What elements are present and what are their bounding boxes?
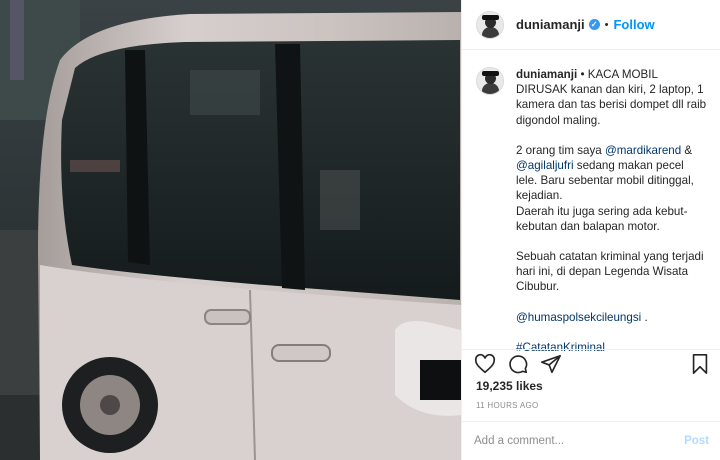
mention-link[interactable]: @mardikarend (605, 144, 681, 157)
caption-paragraph-2b: & (684, 143, 693, 157)
avatar[interactable] (476, 10, 504, 39)
header-username[interactable]: duniamanji (516, 17, 585, 32)
caption-area: duniamanji • KACA MOBIL DIRUSAK kanan da… (462, 51, 720, 354)
verified-badge-icon: ✓ (588, 19, 600, 30)
separator-dot: • (604, 18, 609, 31)
mention-suffix: . (644, 310, 648, 324)
caption-paragraph-4: Sebuah catatan kriminal yang terjadi har… (516, 250, 704, 294)
bookmark-icon[interactable] (689, 353, 711, 375)
post-sidebar: duniamanji ✓ • Follow duniamanji • KACA … (461, 0, 720, 460)
heart-icon[interactable] (474, 353, 496, 375)
likes-count[interactable]: 19,235 likes (476, 379, 543, 393)
mention-link[interactable]: @humaspolsekcileungsi (516, 311, 641, 324)
caption-username[interactable]: duniamanji (516, 68, 577, 81)
comment-input[interactable] (474, 435, 685, 447)
caption-paragraph-2a: 2 orang tim saya (516, 143, 602, 157)
caption-avatar[interactable] (476, 67, 504, 95)
post-timestamp[interactable]: 11 HOURS AGO (476, 401, 539, 410)
comment-icon[interactable] (507, 353, 529, 375)
post-comment-button[interactable]: Post (684, 435, 709, 447)
car-photo-illustration (0, 0, 461, 460)
share-icon[interactable] (540, 353, 562, 375)
mention-link[interactable]: @agilaljufri (516, 159, 574, 172)
comment-bar: Post (462, 421, 720, 460)
action-bar (462, 349, 720, 377)
post-photo[interactable] (0, 0, 461, 460)
caption-paragraph-3: Daerah itu juga sering ada kebut-kebutan… (516, 204, 688, 233)
follow-button[interactable]: Follow (613, 17, 654, 32)
caption-text: duniamanji • KACA MOBIL DIRUSAK kanan da… (516, 67, 707, 354)
post-header: duniamanji ✓ • Follow (462, 0, 720, 50)
